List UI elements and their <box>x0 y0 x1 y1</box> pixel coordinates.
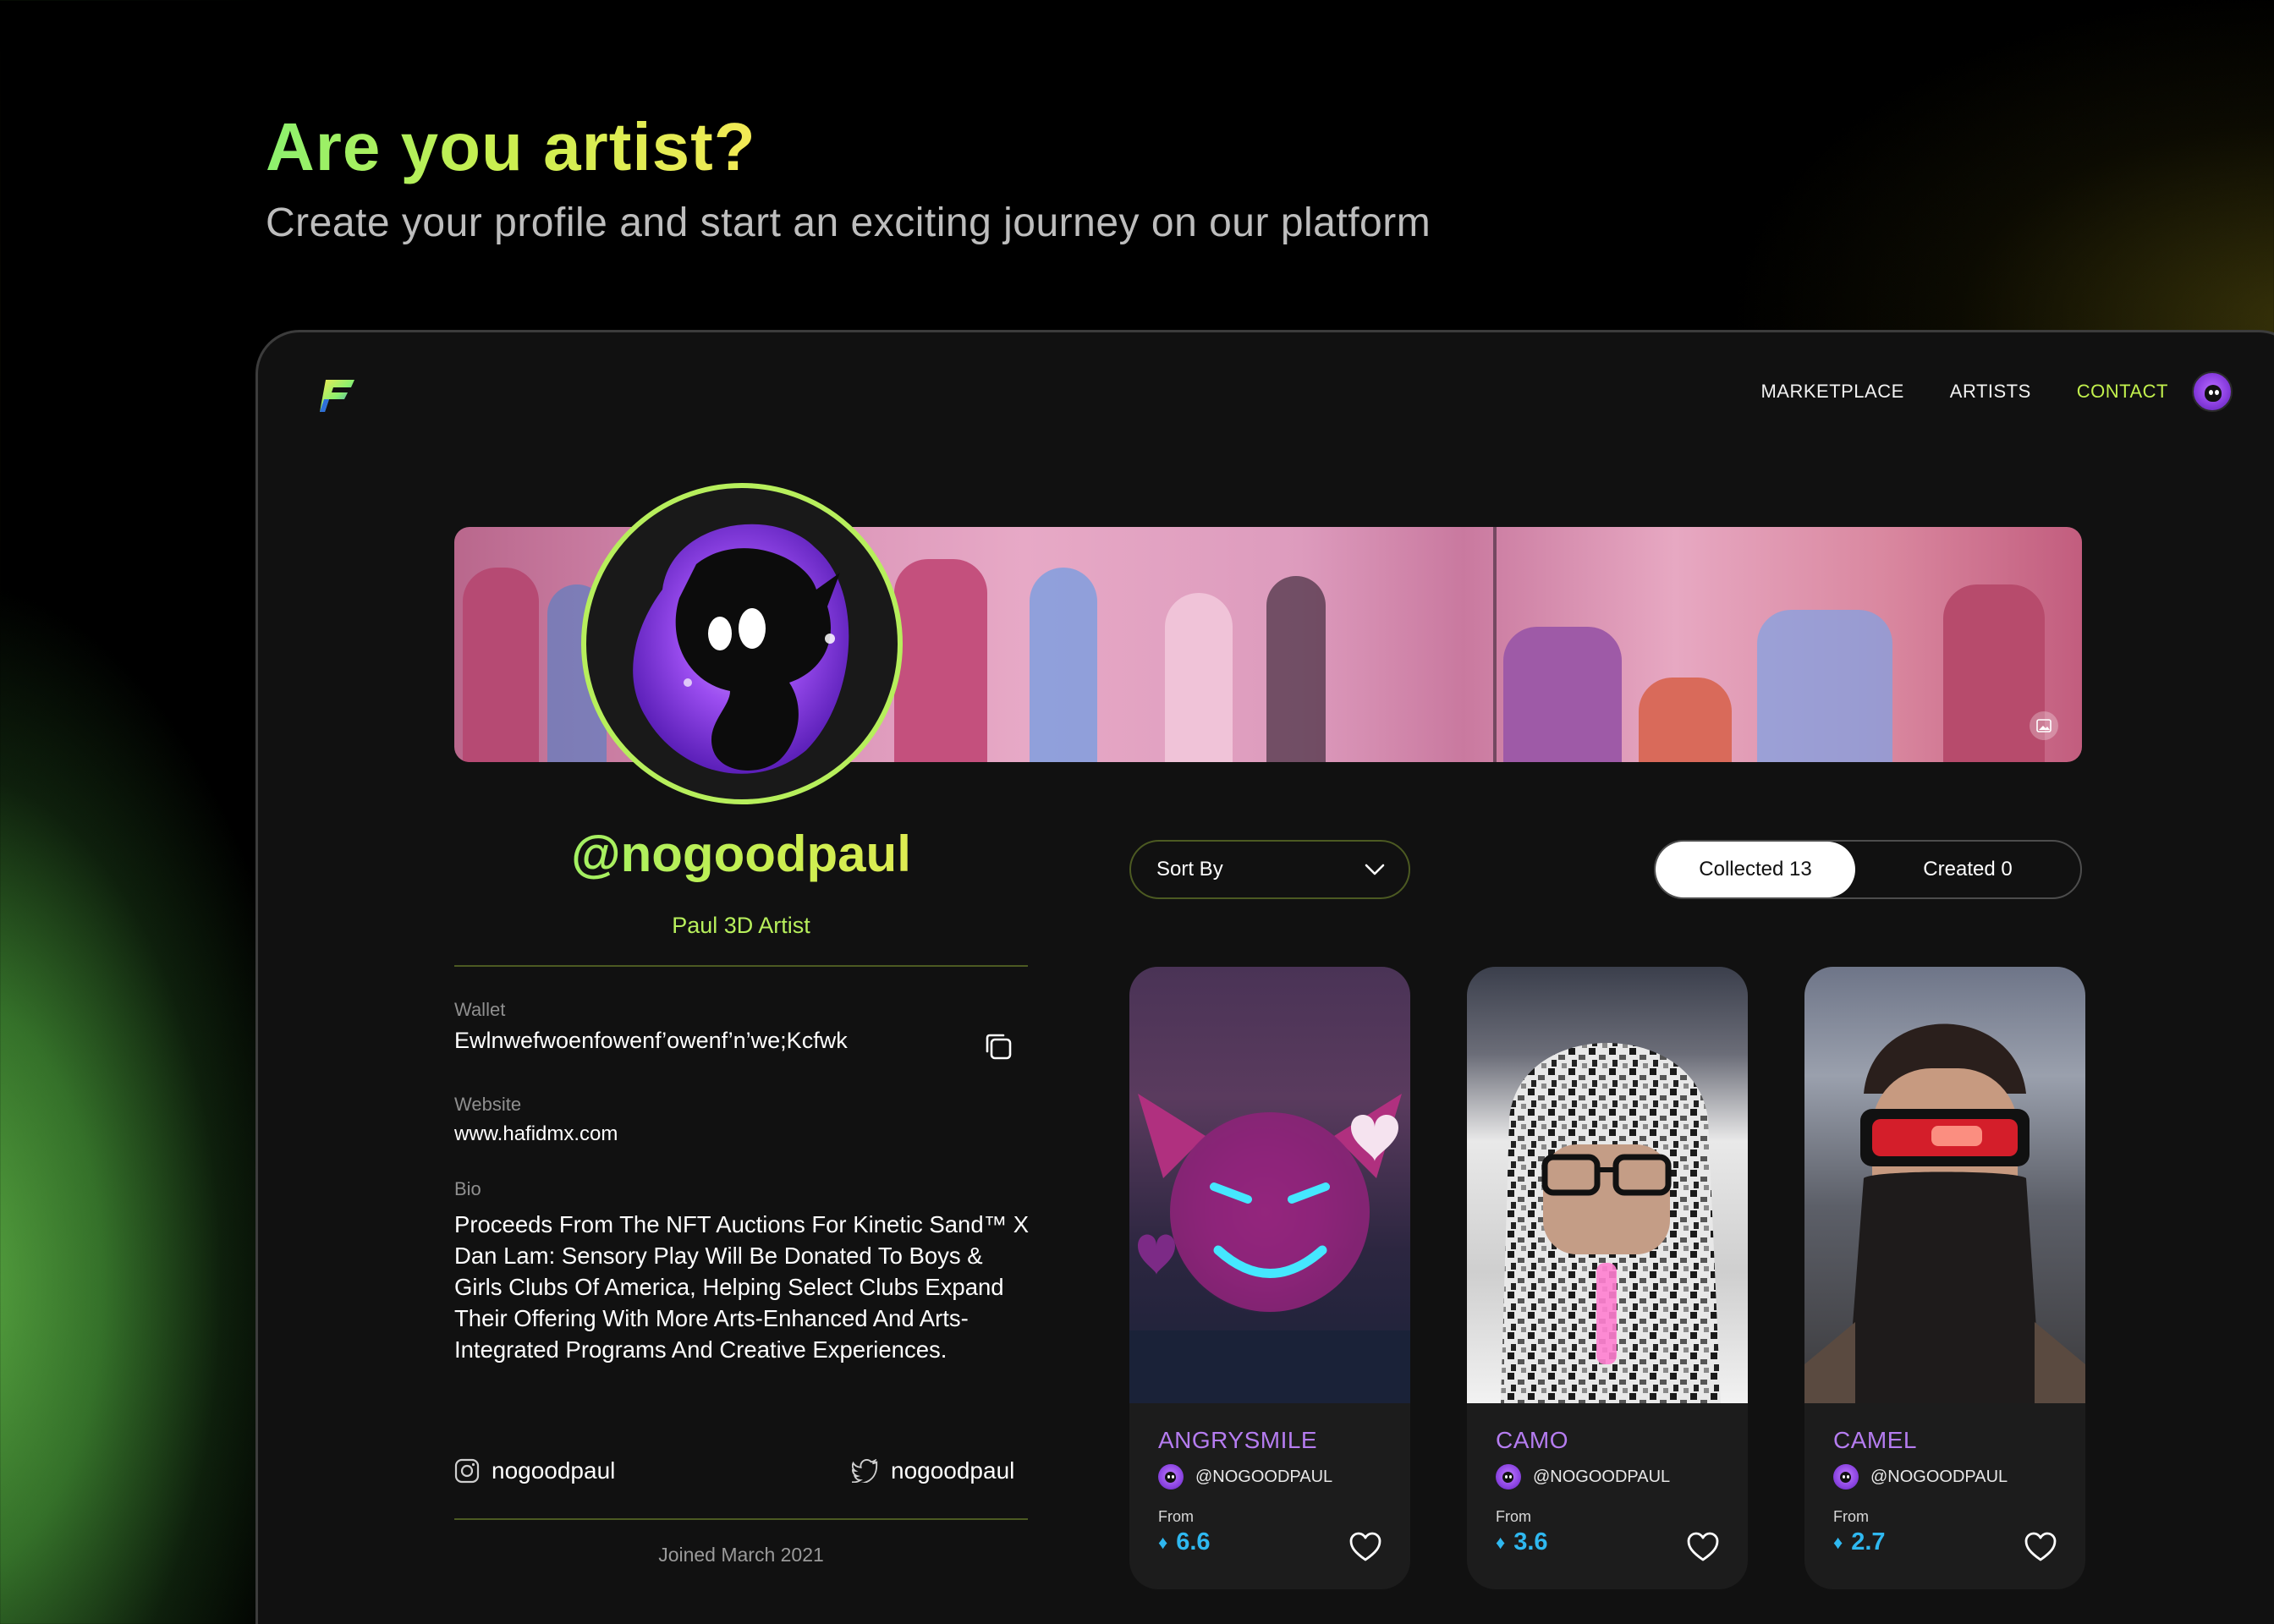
price-value: 6.6 <box>1176 1528 1211 1555</box>
price-label: From <box>1158 1508 1194 1525</box>
nft-card[interactable]: ANGRYSMILE @NOGOODPAUL From ♦ 6.6 <box>1129 967 1410 1589</box>
website-link[interactable]: www.hafidmx.com <box>454 1122 618 1146</box>
instagram-icon <box>454 1458 480 1484</box>
bio-text: Proceeds From The NFT Auctions For Kinet… <box>454 1211 1030 1363</box>
creator-handle: @NOGOODPAUL <box>1195 1467 1333 1486</box>
tab-collected[interactable]: Collected 13 <box>1656 842 1855 897</box>
nav-marketplace[interactable]: MARKETPLACE <box>1760 381 1903 403</box>
tab-created[interactable]: Created 0 <box>1855 842 2080 897</box>
chevron-down-icon <box>1365 864 1385 875</box>
divider <box>454 965 1028 967</box>
nft-creator[interactable]: @NOGOODPAUL <box>1496 1464 1670 1490</box>
ethereum-icon: ♦ <box>1496 1531 1506 1553</box>
nft-image <box>1467 967 1748 1403</box>
top-nav: MARKETPLACE ARTISTS CONTACT <box>1715 366 2233 417</box>
app-window: MARKETPLACE ARTISTS CONTACT @nogoodpaul … <box>255 330 2274 1624</box>
ethereum-icon: ♦ <box>1158 1531 1168 1553</box>
nft-title: ANGRYSMILE <box>1158 1427 1318 1453</box>
hero-title: Are you artist? <box>266 109 756 184</box>
price-value: 3.6 <box>1513 1528 1548 1555</box>
profile-avatar <box>581 483 903 804</box>
collection-tabs: Collected 13 Created 0 <box>1654 840 2082 899</box>
logo-icon[interactable] <box>317 375 360 417</box>
sort-label: Sort By <box>1156 858 1223 881</box>
creator-avatar <box>1833 1464 1859 1490</box>
price-label: From <box>1496 1508 1531 1525</box>
nft-image <box>1804 967 2085 1403</box>
nav-contact[interactable]: CONTACT <box>2077 381 2168 403</box>
heart-icon[interactable] <box>2024 1532 2057 1562</box>
ethereum-icon: ♦ <box>1833 1531 1843 1553</box>
nft-title: CAMO <box>1496 1427 1568 1453</box>
wallet-address: Ewlnwefwoenfowenf’owenf’n’we;Kcfwk <box>454 1028 848 1053</box>
creator-handle: @NOGOODPAUL <box>1870 1467 2008 1486</box>
price-label: From <box>1833 1508 1869 1525</box>
nft-creator[interactable]: @NOGOODPAUL <box>1833 1464 2008 1490</box>
profile-username: @nogoodpaul <box>454 825 1028 883</box>
nft-image <box>1129 967 1410 1403</box>
divider <box>454 1518 1028 1520</box>
profile-tagline: Paul 3D Artist <box>672 913 810 938</box>
creator-avatar <box>1496 1464 1521 1490</box>
image-edit-icon[interactable] <box>2030 711 2058 740</box>
nft-card[interactable]: CAMO @NOGOODPAUL From ♦ 3.6 <box>1467 967 1748 1589</box>
nft-title: CAMEL <box>1833 1427 1917 1453</box>
copy-icon[interactable] <box>981 1029 1017 1065</box>
joined-date: Joined March 2021 <box>658 1544 824 1566</box>
bio-label: Bio <box>454 1178 481 1199</box>
nft-creator[interactable]: @NOGOODPAUL <box>1158 1464 1332 1490</box>
nft-card[interactable]: CAMEL @NOGOODPAUL From ♦ 2.7 <box>1804 967 2085 1589</box>
user-avatar[interactable] <box>2192 371 2233 412</box>
instagram-handle: nogoodpaul <box>492 1457 616 1484</box>
instagram-link[interactable]: nogoodpaul <box>454 1457 615 1484</box>
wallet-label: Wallet <box>454 999 506 1020</box>
heart-icon[interactable] <box>1687 1532 1719 1562</box>
twitter-icon <box>852 1459 878 1483</box>
heart-icon[interactable] <box>1349 1532 1381 1562</box>
nav-artists[interactable]: ARTISTS <box>1950 381 2031 403</box>
twitter-handle: nogoodpaul <box>891 1457 1015 1484</box>
nft-price: ♦ 6.6 <box>1158 1528 1211 1556</box>
nft-price: ♦ 2.7 <box>1833 1528 1886 1556</box>
price-value: 2.7 <box>1851 1528 1886 1555</box>
creator-avatar <box>1158 1464 1184 1490</box>
website-label: Website <box>454 1094 522 1115</box>
hero-subtitle: Create your profile and start an excitin… <box>266 200 1431 245</box>
nft-price: ♦ 3.6 <box>1496 1528 1548 1556</box>
creator-handle: @NOGOODPAUL <box>1533 1467 1671 1486</box>
twitter-link[interactable]: nogoodpaul <box>852 1457 1014 1484</box>
sort-dropdown[interactable]: Sort By <box>1129 840 1410 899</box>
